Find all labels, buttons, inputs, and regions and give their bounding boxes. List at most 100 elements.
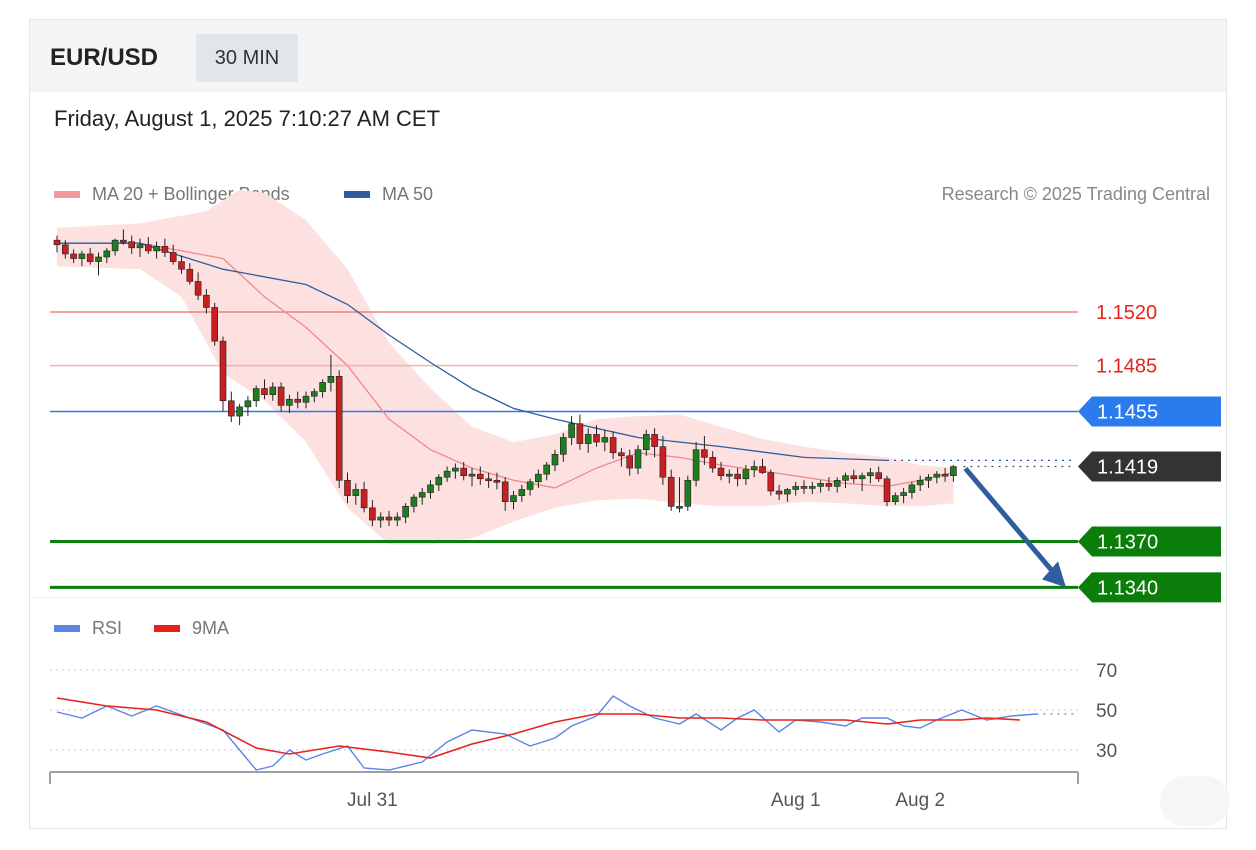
candle-body [236, 406, 243, 417]
level-tag-text-1.1455: 1.1455 [1097, 401, 1158, 423]
candle-body [916, 479, 924, 486]
candle-body [609, 437, 617, 454]
candle-body [891, 495, 899, 503]
candle-body [709, 457, 717, 469]
candle-body [128, 241, 135, 249]
level-label-1.1520: 1.1520 [1096, 302, 1157, 324]
candle-body [717, 467, 725, 477]
candle-body [684, 479, 692, 507]
candle-body [601, 437, 609, 443]
rsi-series-rsi [56, 695, 1037, 771]
candle-body [194, 281, 202, 296]
candle-body [908, 484, 916, 493]
forecast-arrow-shaft [963, 466, 1058, 577]
candle-body [178, 261, 185, 270]
candle-body [701, 449, 708, 458]
candle-body [618, 452, 625, 457]
candle-body [277, 386, 285, 406]
rsi-tick-label-30: 30 [1096, 741, 1117, 762]
candle-body [153, 245, 160, 252]
x-tick-label: Aug 1 [771, 790, 821, 811]
candle-body [70, 253, 77, 259]
candle-body [169, 252, 177, 262]
candle-body [360, 489, 368, 509]
candle-body [344, 479, 351, 496]
candle-body [883, 478, 891, 503]
candle-body [559, 437, 567, 455]
candle-body [452, 467, 459, 472]
candle-body [228, 400, 235, 417]
rsi-series-9ma [56, 697, 1020, 759]
candle-body [286, 398, 293, 406]
candle-body [651, 434, 658, 447]
candle-body [244, 400, 252, 408]
candle-body [294, 398, 302, 403]
candle-body [808, 486, 816, 489]
candle-body [742, 469, 750, 480]
candle-body [53, 239, 61, 246]
candle-body [493, 479, 501, 483]
candle-body [319, 382, 326, 392]
candle-body [933, 473, 941, 478]
candle-body [352, 489, 360, 496]
candle-body [817, 483, 824, 487]
rsi-tick-label-50: 50 [1096, 701, 1117, 722]
candle-body [659, 446, 667, 478]
candle-body [269, 386, 277, 395]
candle-body [427, 484, 434, 493]
candle-body [261, 388, 268, 395]
candle-body [377, 516, 385, 521]
candle-body [626, 455, 634, 469]
candle-body [161, 245, 169, 253]
candle-body [858, 475, 866, 480]
candle-body [186, 268, 194, 282]
candle-body [501, 481, 509, 503]
candle-body [136, 244, 144, 249]
level-tag-text-1.1370: 1.1370 [1097, 531, 1158, 553]
x-tick-label: Jul 31 [347, 790, 398, 811]
candle-body [78, 253, 86, 259]
candle-body [950, 466, 957, 477]
candle-body [667, 476, 675, 507]
candle-body [593, 434, 600, 443]
candle-body [850, 475, 858, 480]
candle-body [842, 475, 849, 481]
candle-body [543, 464, 551, 475]
candle-body [393, 516, 401, 521]
candle-body [825, 483, 833, 487]
candle-body [676, 505, 683, 509]
candle-body [402, 505, 409, 518]
candle-body [335, 375, 343, 481]
candle-body [725, 473, 733, 477]
level-label-1.1485: 1.1485 [1096, 356, 1157, 378]
candle-body [518, 489, 526, 496]
candle-body [203, 294, 210, 308]
candle-body [435, 476, 443, 486]
rsi-tick-label-70: 70 [1096, 661, 1117, 682]
candle-body [759, 466, 766, 473]
x-tick-label: Aug 2 [895, 790, 945, 811]
chart-canvas: 1.1520 1.1485 1.1455 1.1419 1.1370 1.1340 70 50… [49, 189, 1221, 811]
candle-body [369, 507, 376, 521]
candle-body [468, 473, 476, 477]
candle-body [833, 479, 841, 487]
candle-body [485, 478, 492, 482]
candle-body [767, 472, 775, 492]
candle-body [120, 239, 127, 243]
candle-body [875, 472, 883, 480]
candle-body [941, 473, 949, 477]
candle-body [775, 490, 783, 495]
candle-body [925, 476, 932, 481]
candle-body [642, 434, 650, 451]
candle-body [584, 434, 592, 444]
level-tag-text-1.1419: 1.1419 [1097, 457, 1158, 479]
candle-body [86, 253, 94, 262]
candle-body [111, 239, 119, 252]
candle-body [800, 486, 808, 489]
candle-body [443, 470, 451, 478]
candle-body [95, 256, 102, 262]
candle-body [510, 495, 517, 503]
candle-body [145, 244, 152, 252]
candle-body [551, 453, 559, 466]
candle-body [310, 391, 318, 397]
